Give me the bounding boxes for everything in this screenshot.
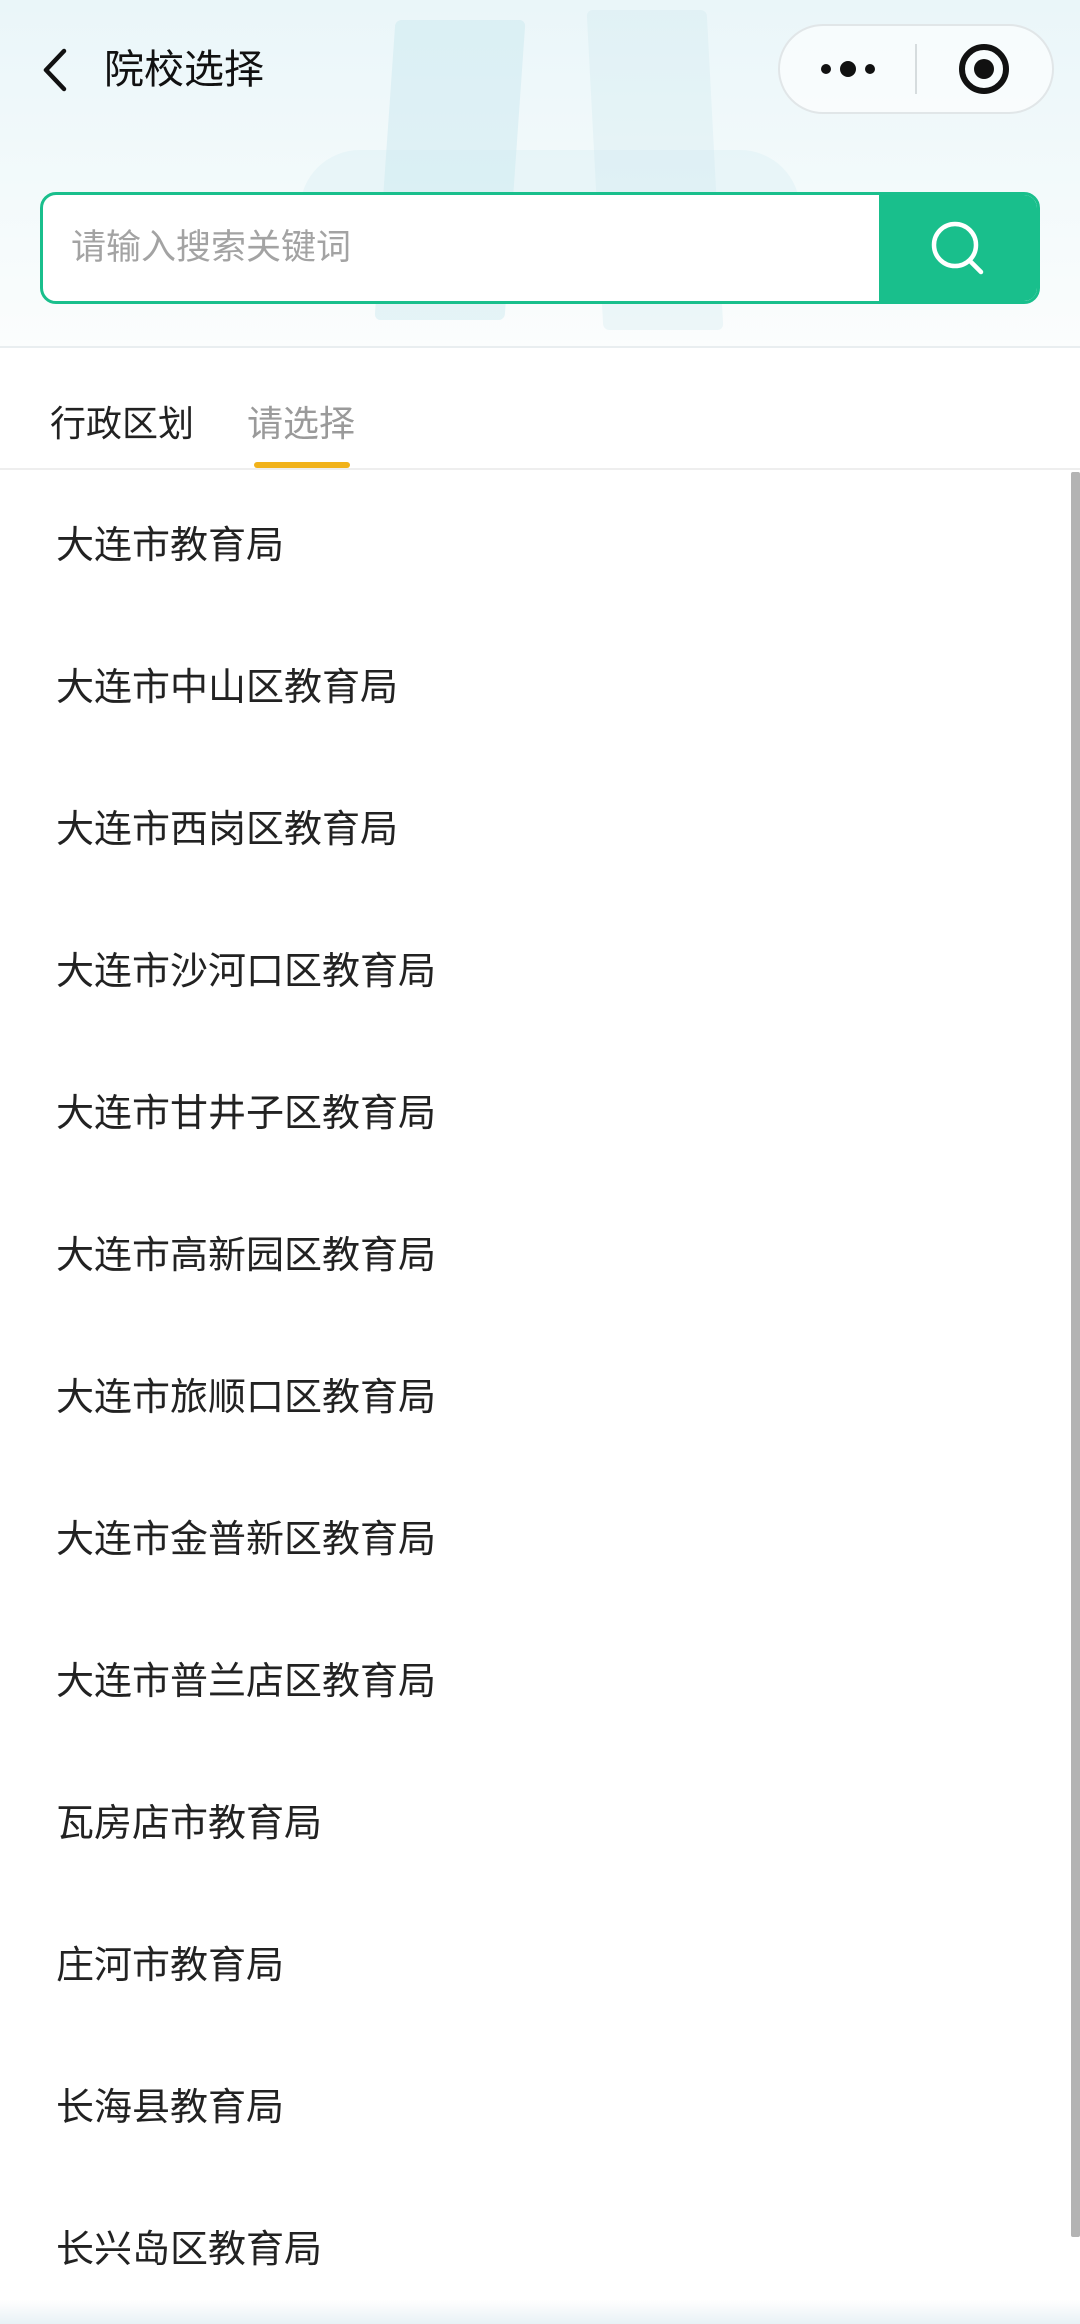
region-tabs: 行政区划 请选择 <box>0 348 1080 468</box>
list-item[interactable]: 大连市西岗区教育局 <box>0 754 1070 896</box>
target-close-icon <box>959 44 1010 94</box>
tab-please-select[interactable]: 请选择 <box>247 400 355 450</box>
list-item[interactable]: 大连市甘井子区教育局 <box>0 1038 1070 1180</box>
search-input[interactable] <box>43 195 879 301</box>
list-item[interactable]: 大连市普兰店区教育局 <box>0 1606 1070 1748</box>
list-item[interactable]: 庄河市教育局 <box>0 1890 1070 2032</box>
list-item[interactable]: 大连市金普新区教育局 <box>0 1464 1070 1606</box>
page-title: 院校选择 <box>104 47 264 93</box>
list-item[interactable]: 大连市高新园区教育局 <box>0 1180 1070 1322</box>
more-button[interactable] <box>780 26 915 112</box>
mini-program-capsule <box>778 24 1054 114</box>
scrollbar-thumb[interactable] <box>1071 472 1080 2237</box>
search-icon <box>931 221 984 275</box>
list-item[interactable]: 大连市旅顺口区教育局 <box>0 1322 1070 1464</box>
list-item[interactable]: 长兴岛区教育局 <box>0 2174 1070 2316</box>
search-bar <box>40 192 1040 304</box>
list-item[interactable]: 长海县教育局 <box>0 2032 1070 2174</box>
back-button[interactable] <box>30 40 80 100</box>
list-item[interactable]: 大连市中山区教育局 <box>0 612 1070 754</box>
list-item[interactable]: 大连市教育局 <box>0 470 1070 612</box>
list-item[interactable]: 瓦房店市教育局 <box>0 1748 1070 1890</box>
chevron-left-icon <box>43 48 67 92</box>
close-mini-program-button[interactable] <box>917 26 1052 112</box>
bottom-edge <box>0 2300 1080 2324</box>
search-button[interactable] <box>879 195 1037 301</box>
page: 院校选择 行政区划 请选择 <box>0 0 1080 2324</box>
list-item[interactable]: 大连市沙河口区教育局 <box>0 896 1070 1038</box>
tab-region[interactable]: 行政区划 <box>50 400 194 450</box>
school-list: 大连市教育局 大连市中山区教育局 大连市西岗区教育局 大连市沙河口区教育局 大连… <box>0 470 1080 2324</box>
more-dots-icon <box>820 61 875 77</box>
